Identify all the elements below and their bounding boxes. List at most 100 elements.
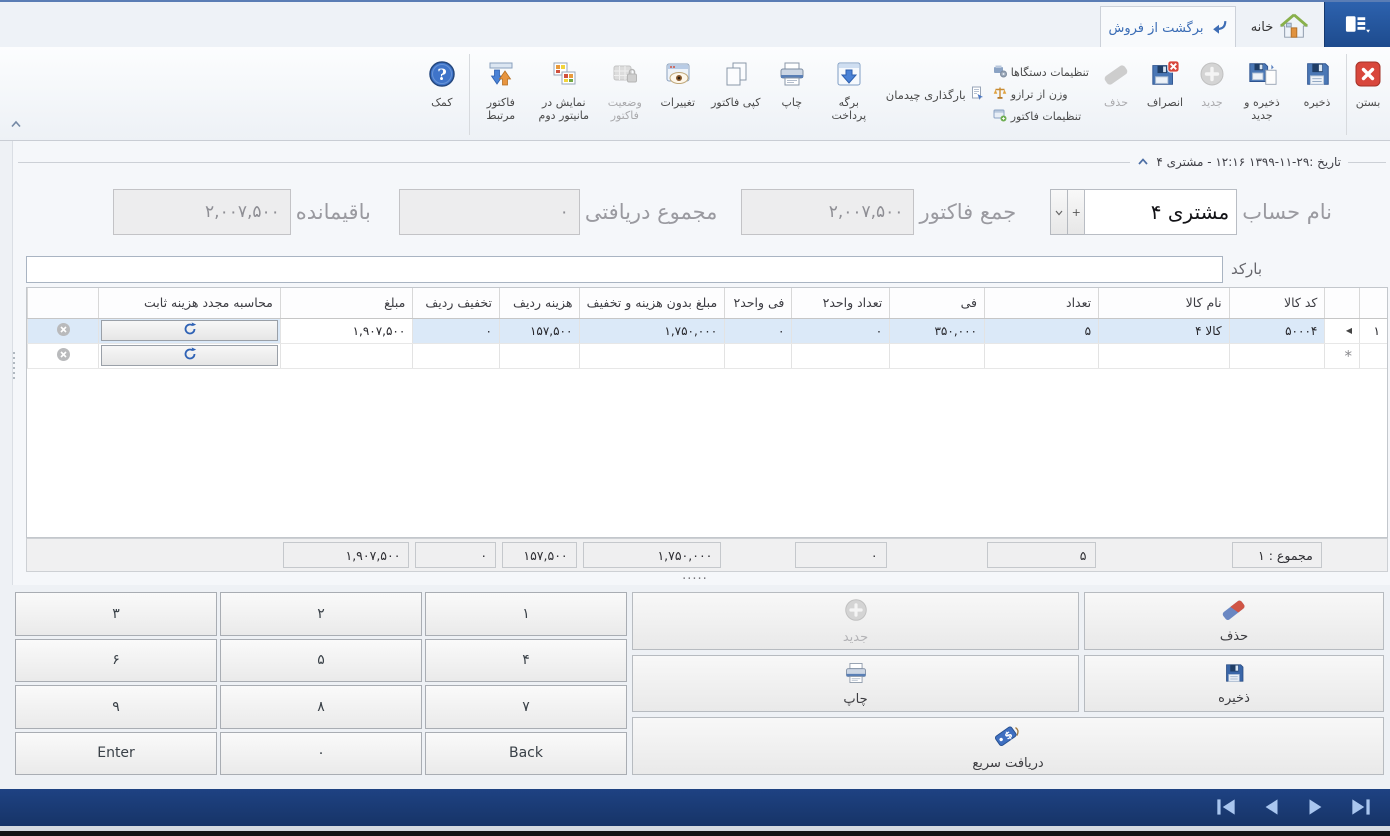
cell-row-cost[interactable]: ۱۵۷,۵۰۰ [499, 318, 580, 343]
ribbon-device-settings-button[interactable]: تنظیمات دستگاها [993, 64, 1089, 81]
cell-name[interactable]: کالا ۴ [1099, 318, 1229, 343]
col-header-qty2[interactable]: تعداد واحد۲ [792, 288, 890, 318]
cell-qty2[interactable] [792, 343, 890, 368]
ribbon-second-monitor-button[interactable]: نمایش در مانیتور دوم [529, 51, 599, 138]
cell-delete [28, 343, 99, 368]
delete-row-icon[interactable] [56, 326, 71, 340]
ribbon-settings-group: تنظیمات دستگاها وزن از ترازو تنظیمات فاک… [989, 51, 1093, 138]
record-navigation-bar [0, 789, 1390, 826]
tab-home[interactable]: خانه [1236, 6, 1324, 49]
ribbon-cancel-button[interactable]: انصراف [1139, 51, 1191, 138]
ribbon-scale-weight-button[interactable]: وزن از ترازو [993, 86, 1089, 103]
last-record-icon[interactable] [1348, 796, 1374, 822]
cell-amount[interactable]: ۱,۹۰۷,۵۰۰ [280, 318, 412, 343]
eraser-icon [1101, 55, 1131, 93]
cell-row-cost[interactable] [499, 343, 580, 368]
previous-record-icon[interactable] [1258, 796, 1284, 822]
header-rule [1348, 162, 1386, 163]
account-dropdown-button[interactable] [1050, 189, 1067, 235]
copy-icon [721, 55, 751, 93]
numpad-key-6[interactable]: ۶ [15, 639, 217, 683]
return-arrow-icon [1210, 18, 1228, 39]
col-header-name[interactable]: نام کالا [1099, 288, 1229, 318]
ribbon-collapse-icon[interactable] [10, 113, 22, 132]
ribbon-load-layout-label: بارگذاری چیدمان [886, 88, 966, 102]
account-name-input[interactable] [1084, 189, 1237, 235]
tab-return-sale[interactable]: برگشت از فروش [1100, 6, 1236, 49]
delete-action-button[interactable]: حذف [1084, 592, 1384, 650]
ribbon-print-button[interactable]: چاپ [767, 51, 817, 138]
col-header-amount-raw[interactable]: مبلغ بدون هزینه و تخفیف [580, 288, 725, 318]
remaining-label: باقیمانده [296, 200, 371, 224]
recalc-fixed-cost-button[interactable] [101, 345, 277, 366]
cell-amount[interactable] [280, 343, 412, 368]
numpad-key-2[interactable]: ۲ [220, 592, 422, 636]
ribbon-invoice-status-button[interactable]: وضعیت فاکتور [599, 51, 651, 138]
numpad-key-1[interactable]: ۱ [425, 592, 627, 636]
ribbon-payment-sheet-button[interactable]: برگه پرداخت [817, 51, 881, 138]
ribbon-delete-button[interactable]: حذف [1093, 51, 1139, 138]
barcode-input[interactable] [26, 256, 1223, 283]
numpad-key-back[interactable]: Back [425, 732, 627, 776]
ribbon-invoice-settings-button[interactable]: تنظیمات فاکتور [993, 108, 1089, 125]
cell-code[interactable] [1229, 343, 1325, 368]
col-header-recalc[interactable]: محاسبه مجدد هزینه ثابت [99, 288, 280, 318]
collapse-chevron-icon[interactable] [1137, 155, 1149, 169]
cell-row-discount[interactable]: ۰ [413, 318, 500, 343]
cell-qty[interactable] [984, 343, 1098, 368]
row-indicator-header [1325, 288, 1360, 318]
ribbon-related-invoice-button[interactable]: فاکتور مرتبط [473, 51, 529, 138]
numpad-key-enter[interactable]: Enter [15, 732, 217, 776]
horizontal-splitter-handle[interactable]: ..... [0, 571, 1390, 581]
cell-qty2[interactable]: ۰ [792, 318, 890, 343]
ribbon-save-and-new-button[interactable]: ذخیره و جدید [1233, 51, 1291, 138]
app-menu-button[interactable] [1324, 2, 1390, 49]
numpad-key-5[interactable]: ۵ [220, 639, 422, 683]
numpad-key-0[interactable]: ۰ [220, 732, 422, 776]
cell-amount-raw[interactable]: ۱,۷۵۰,۰۰۰ [580, 318, 725, 343]
numpad-key-9[interactable]: ۹ [15, 685, 217, 729]
cell-qty[interactable]: ۵ [984, 318, 1098, 343]
col-header-row-cost[interactable]: هزینه ردیف [499, 288, 580, 318]
new-action-button[interactable]: جدید [632, 592, 1079, 650]
total-amount-box: ۱,۹۰۷,۵۰۰ [283, 542, 410, 568]
ribbon-save-button[interactable]: ذخیره [1291, 51, 1343, 138]
cell-price[interactable]: ۳۵۰,۰۰۰ [890, 318, 985, 343]
ribbon-load-layout-button[interactable]: بارگذاری چیدمان [881, 51, 989, 138]
cell-row-discount[interactable] [413, 343, 500, 368]
col-header-price2[interactable]: فی واحد۲ [725, 288, 792, 318]
cell-price2[interactable]: ۰ [725, 318, 792, 343]
col-header-code[interactable]: کد کالا [1229, 288, 1325, 318]
recalc-fixed-cost-button[interactable] [101, 320, 277, 341]
cell-amount-raw[interactable] [580, 343, 725, 368]
ribbon-copy-invoice-button[interactable]: کپی فاکتور [705, 51, 767, 138]
col-header-row-discount[interactable]: تخفیف ردیف [413, 288, 500, 318]
ribbon-changes-button[interactable]: تغییرات [651, 51, 705, 138]
ribbon-new-button[interactable]: جدید [1191, 51, 1233, 138]
cell-code[interactable]: ۵۰۰۰۴ [1229, 318, 1325, 343]
col-header-amount[interactable]: مبلغ [280, 288, 412, 318]
cell-price2[interactable] [725, 343, 792, 368]
numpad-key-3[interactable]: ۳ [15, 592, 217, 636]
add-account-button[interactable]: + [1067, 189, 1084, 235]
ribbon-close-button[interactable]: بستن [1350, 51, 1386, 138]
quick-receive-button[interactable]: $ دریافت سریع [632, 717, 1384, 775]
next-record-icon[interactable] [1303, 796, 1329, 822]
numpad-key-4[interactable]: ۴ [425, 639, 627, 683]
tab-return-sale-label: برگشت از فروش [1108, 21, 1203, 36]
col-header-qty[interactable]: تعداد [984, 288, 1098, 318]
first-record-icon[interactable] [1213, 796, 1239, 822]
print-action-button[interactable]: چاپ [632, 655, 1079, 713]
numpad-key-7[interactable]: ۷ [425, 685, 627, 729]
col-header-price[interactable]: فی [890, 288, 985, 318]
grid-splitter-handle[interactable] [13, 352, 15, 379]
second-monitor-icon [549, 55, 579, 93]
delete-row-icon[interactable] [56, 351, 71, 365]
cell-name[interactable] [1099, 343, 1229, 368]
save-action-button[interactable]: ذخیره [1084, 655, 1384, 713]
cell-price[interactable] [890, 343, 985, 368]
ribbon-help-button[interactable]: ? کمک [418, 51, 466, 138]
ribbon-second-monitor-label: نمایش در مانیتور دوم [532, 96, 596, 122]
quick-receive-label: دریافت سریع [972, 756, 1043, 771]
numpad-key-8[interactable]: ۸ [220, 685, 422, 729]
